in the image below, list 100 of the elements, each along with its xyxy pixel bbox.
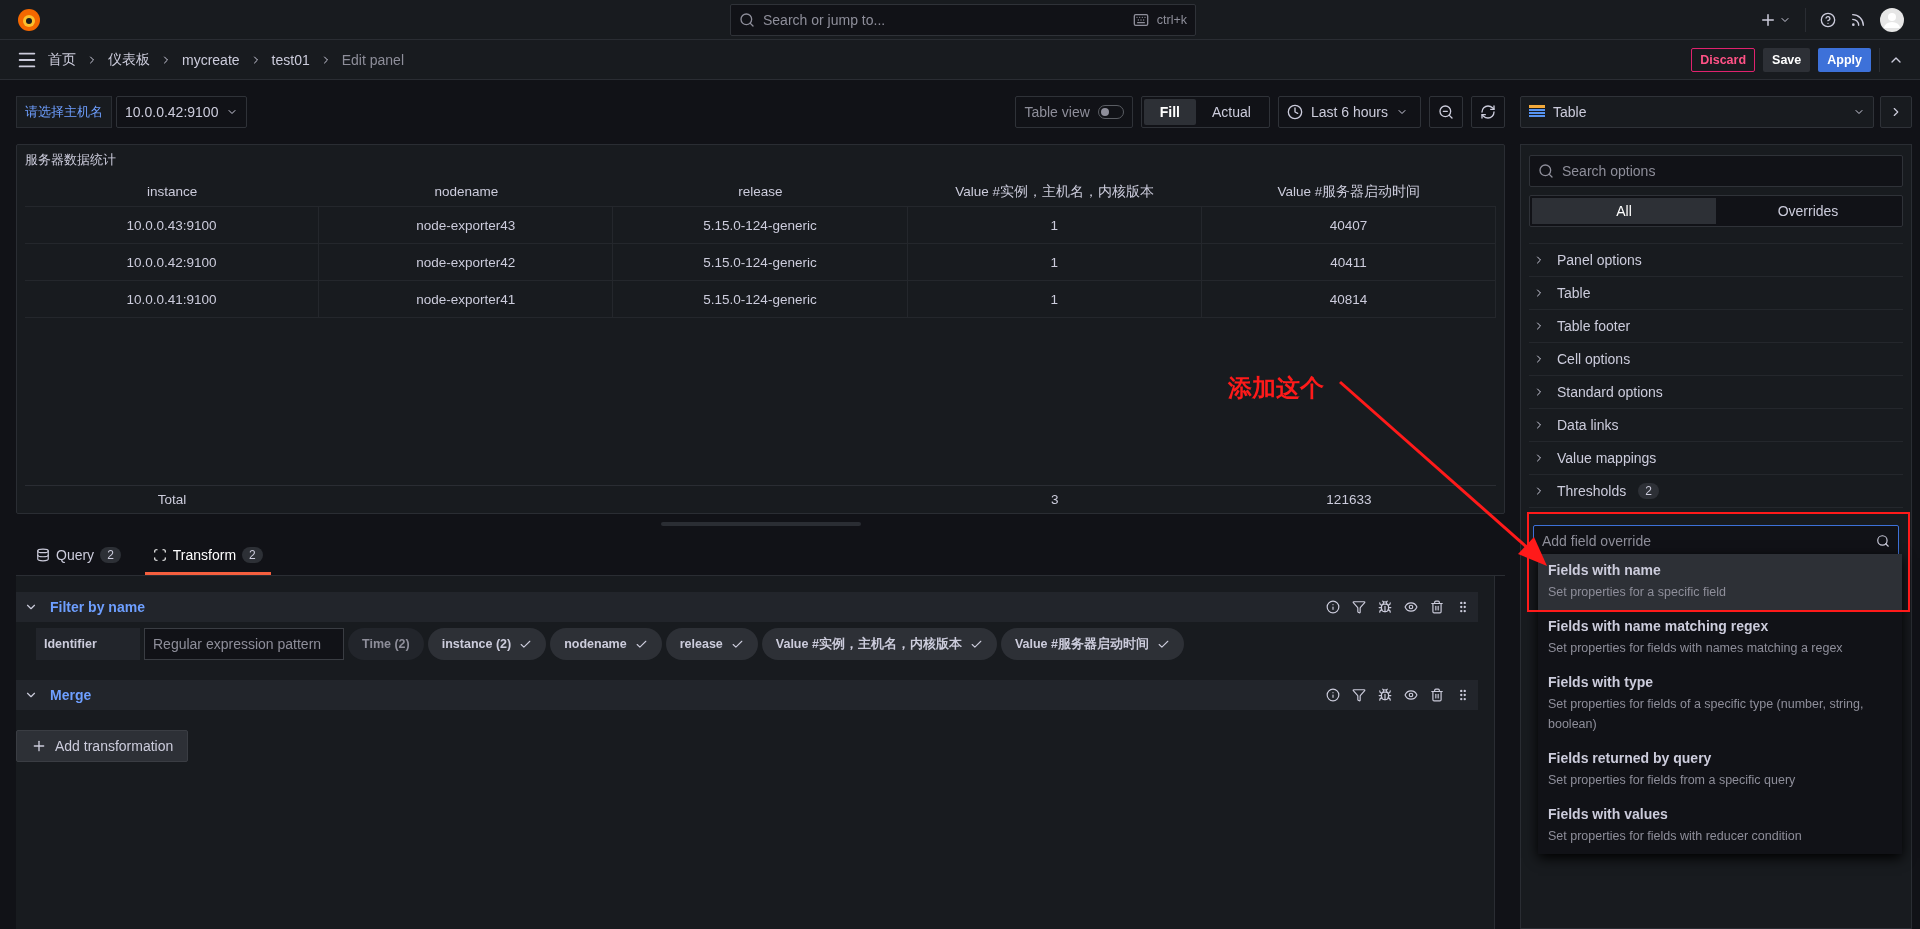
table-cell: 40814 <box>1201 281 1496 317</box>
visualization-picker[interactable]: Table <box>1520 96 1874 128</box>
breadcrumb-link[interactable]: mycreate <box>182 51 240 68</box>
count-badge: 2 <box>1638 483 1659 499</box>
menu-item[interactable]: Fields with values Set properties for fields with reducer condition <box>1538 798 1902 854</box>
field-chip[interactable]: Time (2) <box>348 628 424 660</box>
options-category[interactable]: Table <box>1529 277 1903 310</box>
menu-item[interactable]: Fields with type Set properties for fields of a specific type (number, string, boolean) <box>1538 666 1902 742</box>
table-icon <box>1529 105 1545 119</box>
filter-icon[interactable] <box>1352 688 1366 702</box>
search-icon <box>1538 163 1554 179</box>
transformation-header[interactable]: Filter by name <box>16 592 1478 622</box>
panel-title: 服务器数据统计 <box>25 151 117 169</box>
column-header[interactable]: release <box>613 177 908 206</box>
clock-icon <box>1286 104 1303 120</box>
info-icon[interactable] <box>1326 688 1340 702</box>
trash-icon[interactable] <box>1430 600 1444 614</box>
options-tab[interactable]: Overrides <box>1716 198 1900 224</box>
grafana-logo <box>16 6 42 33</box>
eye-icon[interactable] <box>1404 600 1418 614</box>
refresh-icon <box>1480 104 1496 120</box>
table-cell: 1 <box>907 281 1202 317</box>
info-icon[interactable] <box>1326 600 1340 614</box>
time-range-picker[interactable]: Last 6 hours <box>1277 96 1421 128</box>
menu-item[interactable]: Fields returned by query Set properties for fields from a specific query <box>1538 742 1902 798</box>
search-placeholder: Search or jump to... <box>763 12 887 28</box>
identifier-label: Identifier <box>36 628 140 660</box>
column-header[interactable]: Value #服务器启动时间 <box>1201 177 1496 206</box>
search-icon <box>1876 534 1890 548</box>
count-badge: 2 <box>100 547 121 563</box>
save-button[interactable]: Save <box>1763 47 1811 72</box>
field-chip[interactable]: release <box>665 628 758 660</box>
breadcrumb-link[interactable]: 仪表板 <box>108 50 150 69</box>
editor-tab[interactable]: Query 2 <box>28 538 129 575</box>
options-category[interactable]: Value mappings <box>1529 442 1903 475</box>
search-options-field[interactable]: Search options <box>1529 155 1903 187</box>
options-category[interactable]: Cell options <box>1529 343 1903 376</box>
table-cell: 10.0.0.41:9100 <box>25 281 320 317</box>
field-chip[interactable]: Value #服务器启动时间 <box>1000 628 1184 660</box>
count-badge: 2 <box>242 547 263 563</box>
footer-cell-text: 3 <box>1049 491 1060 509</box>
table-view-toggle[interactable]: Table view <box>1015 96 1133 128</box>
column-header[interactable]: nodename <box>319 177 614 206</box>
zoom-out-icon <box>1438 104 1454 120</box>
options-category[interactable]: Standard options <box>1529 376 1903 409</box>
apply-button[interactable]: Apply <box>1818 47 1871 72</box>
footer-label: Total <box>156 491 188 509</box>
breadcrumb-link[interactable]: 首页 <box>48 50 76 69</box>
field-chip[interactable]: instance (2) <box>427 628 547 660</box>
table-cell: 5.15.0-124-generic <box>613 281 908 317</box>
filter-icon[interactable] <box>1352 600 1366 614</box>
options-tab[interactable]: All <box>1532 198 1716 224</box>
options-category[interactable]: Data links <box>1529 409 1903 442</box>
search-field[interactable]: Search or jump to... ctrl+k <box>730 4 1196 36</box>
field-chip[interactable]: nodename <box>550 628 662 660</box>
discard-button[interactable]: Discard <box>1691 47 1756 72</box>
variable-label: 请选择主机名 <box>16 96 112 128</box>
rss-icon[interactable] <box>1850 11 1866 28</box>
add-transformation-button[interactable]: Add transformation <box>16 730 189 762</box>
field-override-input[interactable]: Add field override <box>1533 525 1899 557</box>
options-category[interactable]: Thresholds 2 <box>1529 475 1903 508</box>
breadcrumb-link[interactable]: test01 <box>271 51 310 68</box>
field-chip[interactable]: Value #实例，主机名，内核版本 <box>761 628 997 660</box>
table-cell: node-exporter41 <box>319 281 614 317</box>
footer-cell-text: 121633 <box>1325 491 1373 509</box>
table-cell: 40411 <box>1201 244 1496 280</box>
keyboard-icon <box>1132 12 1149 28</box>
size-mode-option[interactable]: Fill <box>1143 99 1196 125</box>
table-cell: 40407 <box>1201 207 1496 243</box>
bug-icon[interactable] <box>1378 688 1392 702</box>
variable-select[interactable]: 10.0.0.42:9100 <box>116 96 248 128</box>
table-cell: 5.15.0-124-generic <box>613 207 908 243</box>
refresh-button[interactable] <box>1471 96 1505 128</box>
annotation-text: 添加这个 <box>1228 373 1324 403</box>
zoom-out-button[interactable] <box>1429 96 1463 128</box>
trash-icon[interactable] <box>1430 688 1444 702</box>
pattern-input[interactable]: Regular expression pattern <box>144 628 344 660</box>
help-icon[interactable] <box>1820 11 1836 28</box>
table-cell: node-exporter42 <box>319 244 614 280</box>
column-header[interactable]: Value #实例，主机名，内核版本 <box>907 177 1202 206</box>
options-category[interactable]: Table footer <box>1529 310 1903 343</box>
breadcrumb-link[interactable]: Edit panel <box>341 51 404 68</box>
menu-item[interactable]: Fields with name Set properties for a specific field <box>1538 554 1902 610</box>
transformation-header[interactable]: Merge <box>16 680 1478 710</box>
options-category[interactable]: Panel options <box>1529 244 1903 277</box>
avatar[interactable] <box>1880 7 1904 32</box>
column-header[interactable]: instance <box>25 177 320 206</box>
menu-item[interactable]: Fields with name matching regex Set properties for fields with names matching a regex <box>1538 610 1902 666</box>
database-icon <box>36 548 50 562</box>
shortcut-hint: ctrl+k <box>1156 13 1187 27</box>
plus-icon <box>31 738 47 754</box>
table-cell: node-exporter43 <box>319 207 614 243</box>
size-mode-option[interactable]: Actual <box>1196 99 1267 125</box>
table-cell: 5.15.0-124-generic <box>613 244 908 280</box>
corners-icon <box>152 548 167 562</box>
eye-icon[interactable] <box>1404 688 1418 702</box>
table-cell: 10.0.0.42:9100 <box>25 244 320 280</box>
search-icon <box>739 12 755 28</box>
bug-icon[interactable] <box>1378 600 1392 614</box>
table-cell: 10.0.0.43:9100 <box>25 207 320 243</box>
